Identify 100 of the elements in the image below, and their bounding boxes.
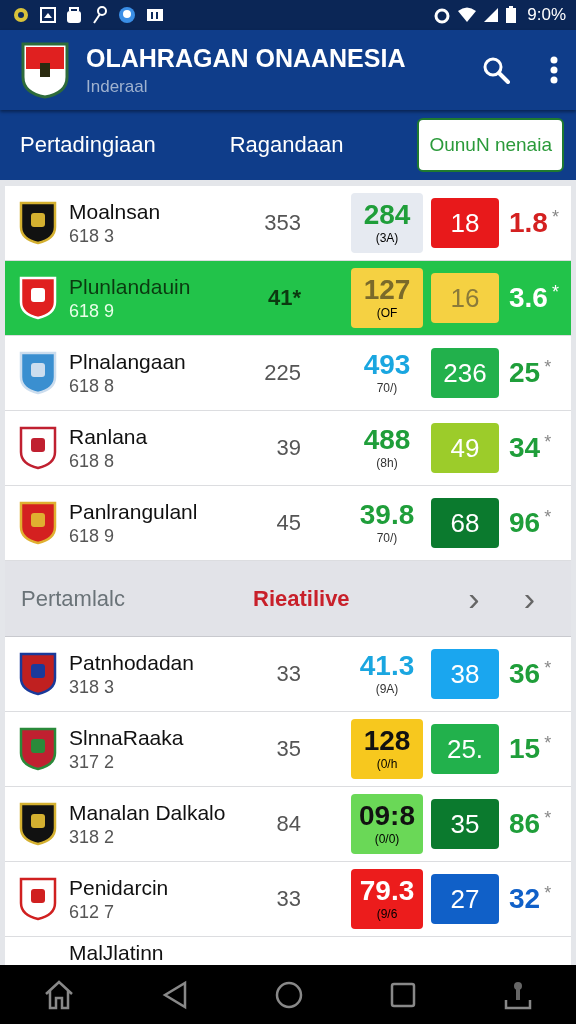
team-name: Panlrangulanl	[69, 499, 199, 524]
team-name: Moalnsan	[69, 199, 162, 224]
asterisk-mark: *	[544, 432, 552, 453]
score-value: 39.8	[359, 501, 415, 529]
score-value: 284	[363, 201, 411, 229]
tab[interactable]: OunuN nenaia	[417, 118, 564, 172]
list-row[interactable]: Manalan Dalkalo 318 2 84 09:8 (0/0) 35 86*	[5, 787, 571, 862]
tab[interactable]: Pertadingiaan	[20, 122, 156, 168]
score-note: 70/)	[376, 381, 398, 395]
team-name: Plnalangaan	[69, 349, 187, 374]
app-title: OLAHRAGAN ONAANESIA	[86, 43, 407, 73]
score-value: 493	[363, 351, 411, 379]
team-code: 318 3	[69, 676, 116, 698]
team-code: 618 9	[69, 300, 116, 322]
value-badge: 68	[431, 498, 499, 548]
asterisk-mark: *	[551, 207, 559, 228]
person-icon[interactable]	[502, 979, 533, 1010]
score-note: (0/h	[376, 757, 398, 771]
back-icon[interactable]	[162, 979, 189, 1010]
count-text: 33	[275, 886, 301, 912]
list-row[interactable]: Penidarcin 612 7 33 79.3 (9/6 27 32*	[5, 862, 571, 937]
score-value: 09:8	[358, 802, 415, 830]
final-value: 32	[509, 883, 541, 915]
score-note: (3A)	[375, 231, 399, 245]
team-name: MalJlatinn	[69, 941, 164, 965]
asterisk-mark: *	[544, 507, 552, 528]
score-note: (9A)	[375, 682, 399, 696]
team-code: 618 8	[69, 450, 116, 472]
search-icon[interactable]	[482, 56, 510, 84]
score-note: (8h)	[376, 456, 398, 470]
value-badge: 38	[431, 649, 499, 699]
wifi-icon	[457, 6, 478, 24]
value-badge: 16	[431, 273, 499, 323]
bag-icon	[66, 6, 82, 24]
asterisk-mark: *	[544, 733, 552, 754]
shield-icon	[19, 276, 57, 320]
team-name: SlnnaRaaka	[69, 725, 185, 750]
pin-icon	[92, 6, 108, 24]
chevron-icon[interactable]: ›	[523, 579, 535, 618]
list-row[interactable]: Plnalangaan 618 8 225 493 70/) 236 25*	[5, 336, 571, 411]
list-row[interactable]: Patnhodadan 318 3 33 41.3 (9A) 38 36*	[5, 637, 571, 712]
final-value: 15	[509, 733, 541, 765]
battery-icon	[505, 6, 518, 24]
team-name: Patnhodadan	[69, 650, 195, 675]
score-value: 79.3	[359, 877, 415, 905]
chevron-icon[interactable]: ›	[468, 579, 480, 618]
asterisk-mark: *	[544, 658, 552, 679]
count-text: 39	[275, 435, 301, 461]
shield-icon	[19, 201, 57, 245]
count-text: 225	[263, 360, 301, 386]
team-code: 317 2	[69, 751, 116, 773]
team-code: 618 9	[69, 525, 116, 547]
final-value: 36	[509, 658, 541, 690]
final-value: 96	[509, 507, 541, 539]
asterisk-mark: *	[544, 808, 552, 829]
score-value: 128	[363, 727, 411, 755]
final-value: 34	[509, 432, 541, 464]
list-row[interactable]: Plunlandauin 618 9 41* 127 (OF 16 3.6*	[5, 261, 571, 336]
count-text: 35	[275, 736, 301, 762]
signal-icon	[483, 6, 500, 24]
battery-level: 9:0%	[527, 5, 566, 25]
tab[interactable]: Ragandaan	[229, 122, 344, 168]
count-text: 41*	[266, 285, 301, 311]
team-code: 618 8	[69, 375, 116, 397]
shield-icon	[19, 501, 57, 545]
square-icon[interactable]	[389, 981, 416, 1008]
shield-icon	[19, 351, 57, 395]
score-value: 488	[363, 426, 411, 454]
list-row[interactable]: Ranlana 618 8 39 488 (8h) 49 34*	[5, 411, 571, 486]
final-value: 3.6	[509, 282, 548, 314]
value-badge: 35	[431, 799, 499, 849]
team-code: 612 7	[69, 901, 116, 923]
final-value: 86	[509, 808, 541, 840]
shield-icon	[19, 877, 57, 921]
team-name: Manalan Dalkalo	[69, 800, 227, 825]
count-text: 33	[275, 661, 301, 687]
value-badge: 25.	[431, 724, 499, 774]
count-text: 353	[263, 210, 301, 236]
score-note: (OF	[376, 306, 398, 320]
score-note: (0/0)	[374, 832, 400, 846]
score-value: 41.3	[359, 652, 415, 680]
asterisk-mark: *	[551, 282, 559, 303]
list-row[interactable]: Panlrangulanl 618 9 45 39.8 70/) 68 96*	[5, 486, 571, 561]
score-note: 70/)	[376, 531, 398, 545]
home-circle-icon[interactable]	[275, 980, 303, 1009]
menu-icon[interactable]	[550, 56, 558, 84]
asterisk-mark: *	[544, 357, 552, 378]
count-text: 45	[275, 510, 301, 536]
team-name: Plunlandauin	[69, 274, 192, 299]
list-row[interactable]: Moalnsan 618 3 353 284 (3A) 18 1.8*	[5, 186, 571, 261]
score-note: (9/6	[376, 907, 398, 921]
team-code: 618 3	[69, 225, 116, 247]
list-row[interactable]: SlnnaRaaka 317 2 35 128 (0/h 25. 15*	[5, 712, 571, 787]
image-icon	[40, 6, 56, 24]
value-badge: 18	[431, 198, 499, 248]
shield-icon	[19, 727, 57, 771]
final-value: 25	[509, 357, 541, 389]
value-badge: 49	[431, 423, 499, 473]
shield-icon	[19, 426, 57, 470]
shield-icon	[19, 802, 57, 846]
